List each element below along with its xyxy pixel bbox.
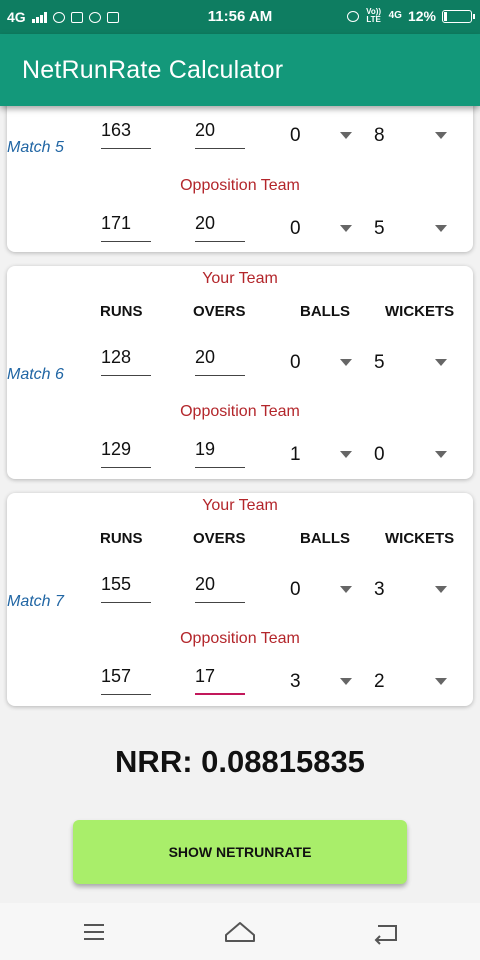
- status-right-icons: Vo)) LTE 4G 12%: [346, 7, 475, 24]
- alarm-icon: [346, 10, 359, 22]
- opp-wickets-spinner[interactable]: 2: [374, 663, 454, 695]
- your-overs-input[interactable]: 20: [195, 344, 245, 376]
- opp-runs-input[interactable]: 171: [101, 210, 151, 242]
- your-runs-input[interactable]: 155: [101, 571, 151, 603]
- your-team-label: Your Team: [202, 497, 278, 514]
- home-icon[interactable]: [220, 917, 260, 947]
- nrr-result: NRR: 0.08815835: [115, 744, 365, 779]
- spinner-value: 2: [374, 671, 385, 692]
- overs-header: OVERS: [193, 303, 246, 320]
- your-balls-spinner[interactable]: 0: [290, 117, 360, 149]
- dropdown-arrow-icon: [435, 132, 447, 139]
- spinner-value: 8: [374, 125, 385, 146]
- dropdown-arrow-icon: [340, 359, 352, 366]
- runs-header: RUNS: [100, 303, 143, 320]
- your-overs-input[interactable]: 20: [195, 117, 245, 149]
- dropdown-arrow-icon: [435, 678, 447, 685]
- app-bar: NetRunRate Calculator: [0, 34, 480, 106]
- your-balls-spinner[interactable]: 0: [290, 571, 360, 603]
- status-bar: 4G 11:56 AM Vo)) LTE 4G 12%: [0, 0, 480, 34]
- dropdown-arrow-icon: [340, 225, 352, 232]
- dropdown-arrow-icon: [435, 359, 447, 366]
- balls-header: BALLS: [300, 303, 350, 320]
- show-netrunrate-button[interactable]: SHOW NETRUNRATE: [73, 820, 407, 884]
- opp-balls-spinner[interactable]: 3: [290, 663, 360, 695]
- dropdown-arrow-icon: [340, 586, 352, 593]
- match-card-7: Your Team RUNS OVERS BALLS WICKETS Match…: [7, 493, 473, 706]
- dropdown-arrow-icon: [435, 451, 447, 458]
- overs-header: OVERS: [193, 530, 246, 547]
- your-balls-spinner[interactable]: 0: [290, 344, 360, 376]
- battery-percent: 12%: [407, 8, 436, 24]
- match-label: Match 6: [7, 366, 64, 383]
- match-label: Match 7: [7, 593, 64, 610]
- opposition-team-label: Opposition Team: [180, 177, 300, 194]
- match-label: Match 5: [7, 139, 64, 156]
- your-wickets-spinner[interactable]: 3: [374, 571, 454, 603]
- menu-icon[interactable]: [74, 917, 114, 947]
- spinner-value: 3: [290, 671, 301, 692]
- opp-runs-input[interactable]: 157: [101, 663, 151, 695]
- runs-header: RUNS: [100, 530, 143, 547]
- wickets-header: WICKETS: [385, 303, 455, 320]
- wickets-header: WICKETS: [385, 530, 455, 547]
- spinner-value: 0: [290, 352, 301, 373]
- your-overs-input[interactable]: 20: [195, 571, 245, 603]
- balls-header: BALLS: [300, 530, 350, 547]
- dropdown-arrow-icon: [340, 678, 352, 685]
- spinner-value: 0: [374, 444, 385, 465]
- dropdown-arrow-icon: [340, 132, 352, 139]
- dropdown-arrow-icon: [340, 451, 352, 458]
- opp-runs-input[interactable]: 129: [101, 436, 151, 468]
- opp-wickets-spinner[interactable]: 0: [374, 436, 454, 468]
- dropdown-arrow-icon: [435, 225, 447, 232]
- opp-balls-spinner[interactable]: 1: [290, 436, 360, 468]
- opp-wickets-spinner[interactable]: 5: [374, 210, 454, 242]
- back-icon[interactable]: [366, 917, 406, 947]
- opp-overs-input[interactable]: 17: [195, 663, 245, 695]
- app-title: NetRunRate Calculator: [22, 56, 284, 84]
- opp-balls-spinner[interactable]: 0: [290, 210, 360, 242]
- match-card-6: Your Team RUNS OVERS BALLS WICKETS Match…: [7, 266, 473, 479]
- net-type-icon: 4G: [388, 10, 402, 21]
- opp-overs-input[interactable]: 19: [195, 436, 245, 468]
- your-wickets-spinner[interactable]: 5: [374, 344, 454, 376]
- spinner-value: 0: [290, 125, 301, 146]
- your-team-label: Your Team: [202, 270, 278, 287]
- system-nav-bar: [0, 903, 480, 960]
- battery-fill: [444, 11, 447, 21]
- spinner-value: 5: [374, 352, 385, 373]
- your-runs-input[interactable]: 163: [101, 117, 151, 149]
- opp-overs-input[interactable]: 20: [195, 210, 245, 242]
- spinner-value: 0: [290, 218, 301, 239]
- spinner-value: 0: [290, 579, 301, 600]
- your-runs-input[interactable]: 128: [101, 344, 151, 376]
- your-wickets-spinner[interactable]: 8: [374, 117, 454, 149]
- dropdown-arrow-icon: [435, 586, 447, 593]
- spinner-value: 1: [290, 444, 301, 465]
- spinner-value: 3: [374, 579, 385, 600]
- battery-icon: [442, 9, 475, 23]
- opposition-team-label: Opposition Team: [180, 630, 300, 647]
- opposition-team-label: Opposition Team: [180, 403, 300, 420]
- spinner-value: 5: [374, 218, 385, 239]
- volte-icon: Vo)) LTE: [366, 7, 382, 24]
